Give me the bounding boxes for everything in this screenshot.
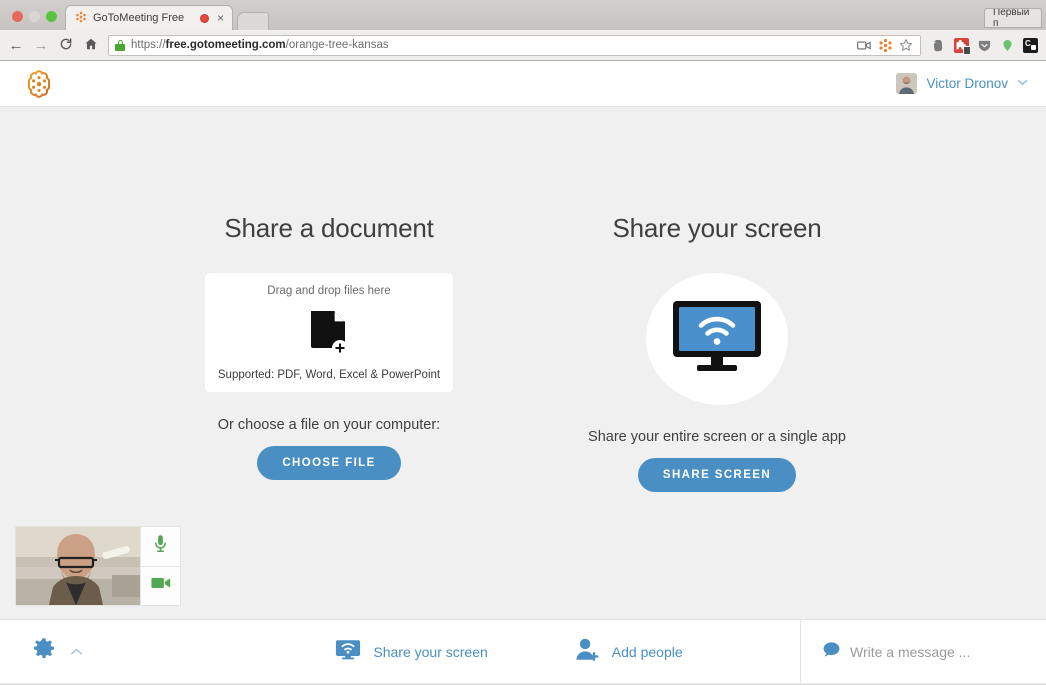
chevron-down-icon[interactable] (1017, 78, 1028, 89)
gotomeeting-extension-icon[interactable] (877, 37, 893, 53)
chat-input-placeholder[interactable]: Write a message ... (850, 644, 970, 660)
app-header: Victor Dronov (0, 61, 1046, 107)
share-screen-title: Share your screen (612, 213, 822, 243)
gear-icon[interactable] (32, 637, 56, 666)
add-person-icon (574, 637, 600, 667)
bottom-actions: Share your screen Add people (218, 620, 800, 683)
tab-close-icon[interactable]: × (215, 12, 226, 24)
share-document-title: Share a document (224, 213, 434, 243)
reload-button[interactable] (58, 37, 74, 54)
window-close-button[interactable] (12, 11, 23, 22)
extension-icons: C (930, 37, 1038, 55)
avatar (896, 73, 918, 94)
chat-bubble-icon (823, 641, 840, 662)
tab-title: GoToMeeting Free (93, 12, 185, 24)
document-plus-icon (309, 310, 349, 356)
bookmark-star-icon[interactable] (898, 37, 914, 53)
webcam-panel (16, 527, 180, 605)
tab-favicon-icon (75, 11, 87, 26)
main-content: Share a document Drag and drop files her… (0, 107, 1046, 619)
clipboard-icon[interactable]: C (1022, 37, 1038, 53)
gotomeeting-logo[interactable] (24, 69, 54, 99)
share-screen-button[interactable]: SHARE SCREEN (637, 458, 797, 492)
screencast-icon[interactable] (856, 37, 872, 53)
share-panels: Share a document Drag and drop files her… (0, 107, 1046, 492)
settings-area (0, 620, 218, 683)
microphone-icon (152, 534, 169, 558)
home-button[interactable] (83, 37, 99, 54)
share-your-screen-action[interactable]: Share your screen (335, 639, 488, 665)
forward-button[interactable]: → (33, 38, 49, 53)
evernote-icon[interactable] (930, 37, 946, 53)
monitor-wifi-icon (671, 299, 763, 380)
microphone-toggle-button[interactable] (140, 527, 180, 566)
supported-formats-text: Supported: PDF, Word, Excel & PowerPoint (217, 369, 441, 381)
choose-file-button[interactable]: CHOOSE FILE (257, 446, 401, 480)
add-people-action[interactable]: Add people (574, 637, 683, 667)
settings-chevron-up-icon[interactable] (70, 645, 83, 659)
shield-icon[interactable] (976, 37, 992, 53)
share-screen-panel: Share your screen Share your entire scre… (571, 213, 863, 492)
choose-file-label: Or choose a file on your computer: (217, 417, 441, 433)
window-controls (8, 11, 65, 30)
monitor-wifi-icon (335, 639, 361, 665)
browser-toolbar: ← → https://free.gotomeeting.com/orange-… (0, 30, 1046, 61)
bottom-toolbar: Share your screen Add people Write a mes… (0, 619, 1046, 683)
camera-toggle-button[interactable] (140, 565, 180, 605)
video-camera-icon (150, 576, 171, 595)
window-minimize-button[interactable] (29, 11, 40, 22)
webcam-controls (140, 527, 180, 605)
tab-strip: GoToMeeting Free × Первый п (0, 0, 1046, 30)
drop-hint-text: Drag and drop files here (267, 285, 391, 297)
profile-button[interactable]: Первый п (984, 8, 1042, 28)
user-name: Victor Dronov (926, 76, 1008, 91)
chat-area[interactable]: Write a message ... (800, 620, 1046, 683)
share-document-panel: Share a document Drag and drop files her… (183, 213, 475, 492)
url-text: https://free.gotomeeting.com/orange-tree… (131, 39, 389, 51)
share-your-screen-label: Share your screen (373, 643, 488, 660)
secure-lock-icon (115, 39, 125, 51)
omnibox-icons (856, 37, 914, 53)
window-maximize-button[interactable] (46, 11, 57, 22)
webcam-video-feed[interactable] (16, 527, 140, 605)
address-bar[interactable]: https://free.gotomeeting.com/orange-tree… (108, 34, 921, 56)
user-menu[interactable]: Victor Dronov (896, 73, 1032, 94)
gotomeeting-app: Victor Dronov Share a document Drag and … (0, 61, 1046, 684)
new-tab-button[interactable] (237, 12, 270, 30)
pin-drop-icon[interactable] (999, 37, 1015, 53)
browser-tab[interactable]: GoToMeeting Free × (65, 5, 234, 30)
add-people-label: Add people (611, 643, 683, 660)
file-drop-zone[interactable]: Drag and drop files here Supported: PDF,… (205, 273, 453, 392)
back-button[interactable]: ← (8, 38, 24, 53)
browser-window: GoToMeeting Free × Первый п ← → https://… (0, 0, 1046, 685)
share-screen-caption: Share your entire screen or a single app (588, 429, 846, 445)
recording-dot-icon (200, 13, 210, 23)
share-screen-illustration[interactable] (646, 273, 788, 405)
puzzle-extension-icon[interactable] (953, 37, 971, 55)
profile-button-label: Первый п (993, 8, 1030, 28)
